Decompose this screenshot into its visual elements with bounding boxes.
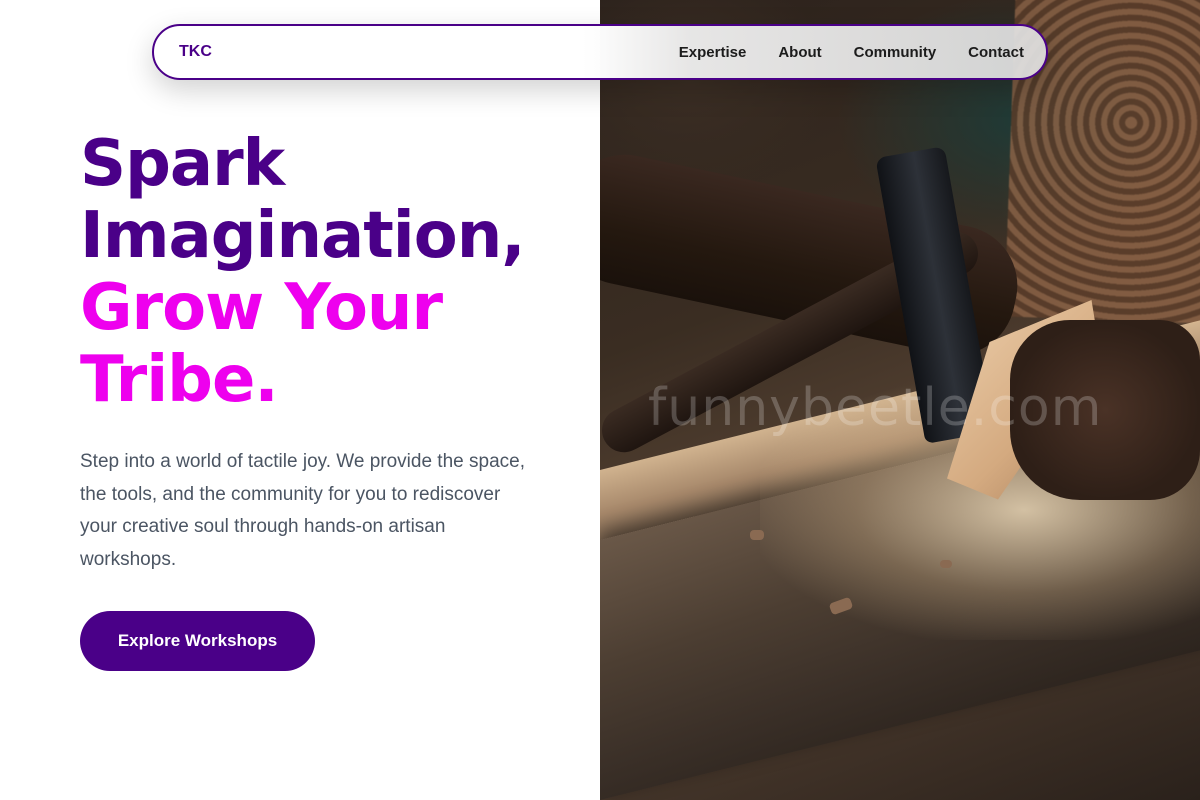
nav-link-about[interactable]: About [778, 44, 821, 61]
headline-line-4: Tribe. [80, 343, 279, 417]
headline-line-3: Grow Your [80, 271, 443, 345]
nav-link-community[interactable]: Community [854, 44, 937, 61]
hero-image-woodcarving: funnybeetle.com [600, 0, 1200, 800]
nav-link-expertise[interactable]: Expertise [679, 44, 747, 61]
headline-line-2: Imagination, [80, 199, 526, 273]
hero-headline: Spark Imagination, Grow Your Tribe. [80, 128, 560, 416]
explore-workshops-button[interactable]: Explore Workshops [80, 611, 315, 671]
headline-line-1: Spark [80, 127, 285, 201]
wood-chip [940, 560, 952, 568]
hero-section: Spark Imagination, Grow Your Tribe. Step… [80, 128, 560, 576]
nav-links: Expertise About Community Contact [679, 44, 1024, 61]
brand-logo[interactable]: TKC [179, 43, 212, 61]
wood-chip [750, 530, 764, 540]
landing-page: funnybeetle.com TKC Expertise About Comm… [0, 0, 1200, 800]
nav-link-contact[interactable]: Contact [968, 44, 1024, 61]
watermark-text: funnybeetle.com [648, 378, 1103, 438]
top-navigation: TKC Expertise About Community Contact [152, 24, 1048, 80]
hero-description: Step into a world of tactile joy. We pro… [80, 451, 525, 570]
